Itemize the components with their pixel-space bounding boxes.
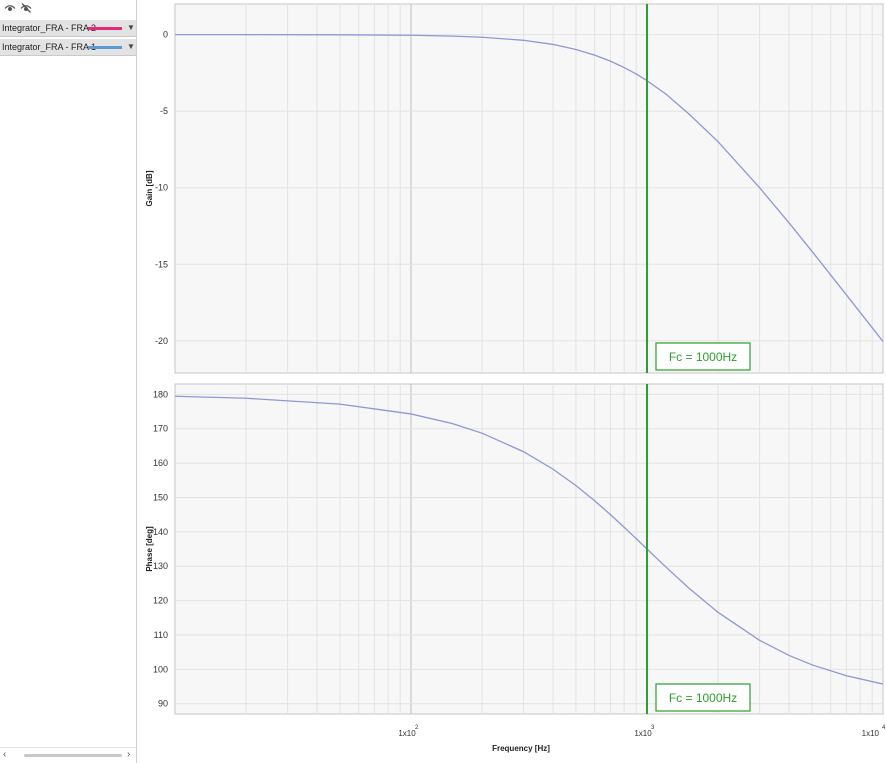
x-tick-label: 1x10 — [634, 729, 652, 738]
y-tick-label: 120 — [153, 596, 168, 606]
y-tick-label: -5 — [160, 106, 168, 116]
cutoff-marker-label: Fc = 1000Hz — [669, 350, 737, 364]
y-tick-label: -10 — [155, 183, 168, 193]
y-tick-label: -20 — [155, 336, 168, 346]
y-tick-label: 130 — [153, 561, 168, 571]
x-tick-exponent: 3 — [651, 725, 655, 731]
gain-chart: 0 -5 -10 -15 -20 Fc = 1000Hz Gain [dB] — [145, 3, 884, 374]
x-tick-exponent: 4 — [882, 725, 886, 731]
bode-plot-area: 0 -5 -10 -15 -20 Fc = 1000Hz Gain [dB] 180 170 16… — [145, 3, 886, 753]
x-axis-label: Frequency [Hz] — [492, 744, 550, 753]
y-axis-label: Gain [dB] — [145, 170, 154, 206]
plot-background — [174, 3, 884, 374]
y-tick-label: 160 — [153, 458, 168, 468]
y-tick-label: 0 — [163, 30, 168, 40]
plot-background — [174, 383, 884, 715]
y-tick-label: -15 — [155, 259, 168, 269]
y-tick-label: 100 — [153, 664, 168, 674]
phase-chart: 180 170 160 150 140 130 120 110 100 90 Fc = 1000Hz… — [145, 383, 886, 753]
y-tick-label: 110 — [154, 630, 168, 640]
y-axis-label: Phase [deg] — [145, 526, 154, 572]
y-tick-label: 90 — [158, 699, 168, 709]
y-tick-label: 180 — [153, 389, 168, 399]
x-tick-exponent: 2 — [415, 725, 419, 731]
cutoff-marker-label: Fc = 1000Hz — [669, 691, 737, 705]
y-tick-label: 140 — [153, 527, 168, 537]
y-tick-label: 170 — [153, 424, 168, 434]
x-tick-label: 1x10 — [862, 729, 880, 738]
y-tick-label: 150 — [153, 492, 168, 502]
x-tick-label: 1x10 — [398, 729, 416, 738]
